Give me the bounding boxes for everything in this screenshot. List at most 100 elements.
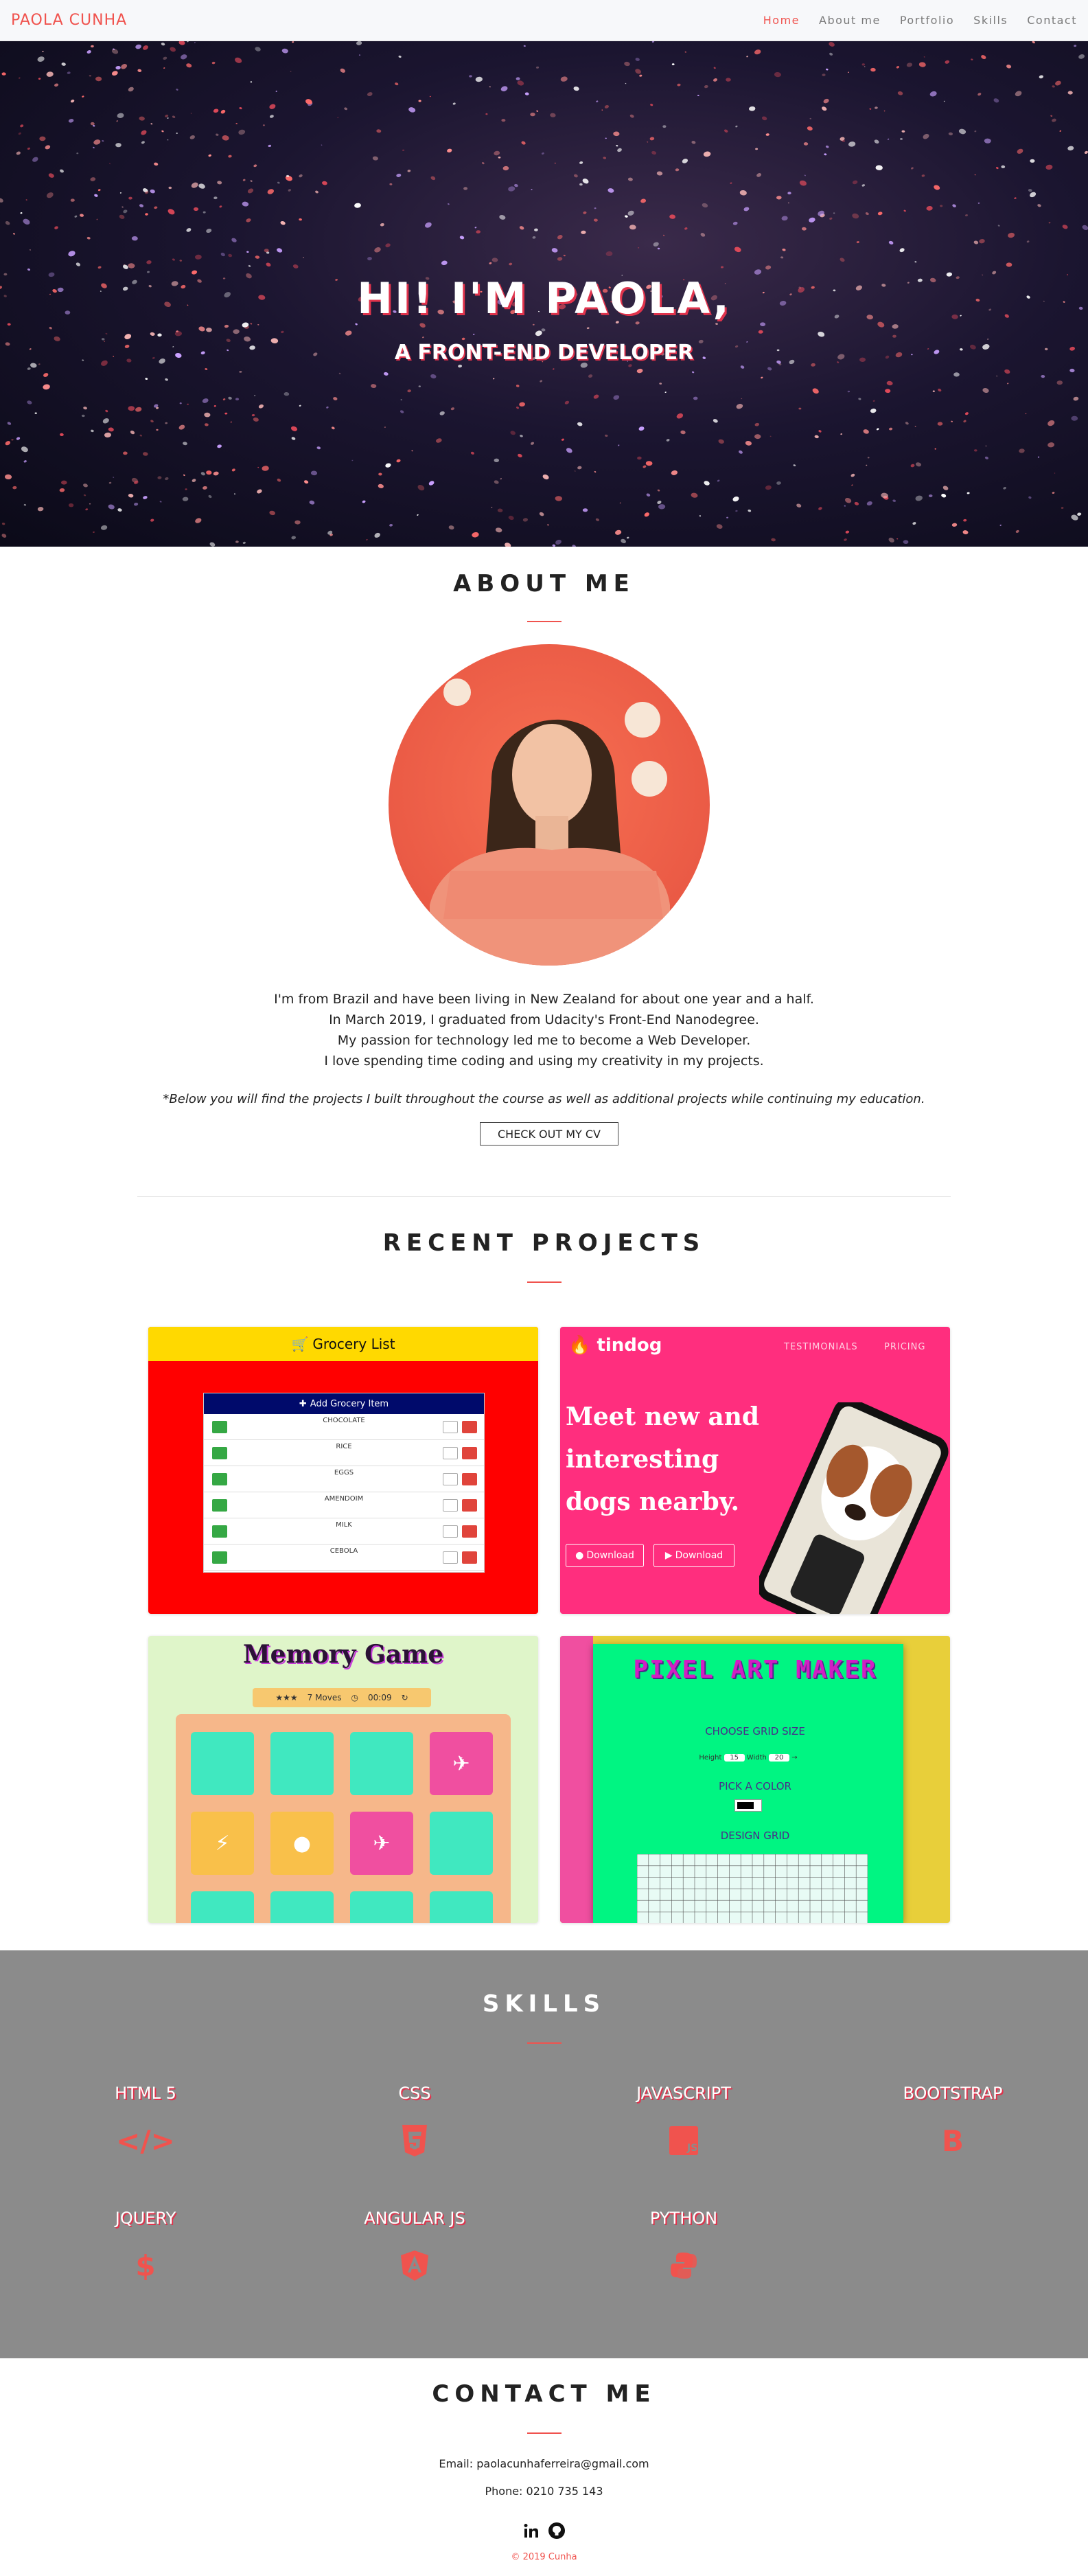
- social-links: [522, 2520, 567, 2541]
- trash-icon: [462, 1447, 477, 1459]
- projects-heading-underline: [527, 1281, 562, 1283]
- about-line: I'm from Brazil and have been living in …: [274, 992, 814, 1007]
- grocery-item-label: MILK: [336, 1521, 352, 1529]
- clock-icon: ◷: [351, 1693, 358, 1702]
- memory-tile: [270, 1732, 334, 1795]
- skill-name-javascript: JAVASCRIPT: [636, 2084, 731, 2103]
- memory-tile: [191, 1732, 254, 1795]
- about-heading: ABOUT ME: [453, 570, 635, 597]
- trash-icon: [462, 1421, 477, 1433]
- skills-heading: SKILLS: [482, 1990, 606, 2018]
- tindog-download-play-button: ▶ Download: [653, 1544, 734, 1567]
- tindog-download-apple-button: ● Download: [566, 1544, 644, 1567]
- footer-copyright: © 2019 Cunha: [511, 2552, 577, 2562]
- skill-name-css: CSS: [398, 2084, 431, 2103]
- project-card-tindog[interactable]: 🔥 tindog TESTIMONIALS PRICING Meet new a…: [560, 1327, 950, 1614]
- angular-icon: [312, 2248, 518, 2283]
- pixel-panel: PIXEL ART MAKER CHOOSE GRID SIZE Height …: [593, 1644, 903, 1923]
- bolt-icon: ⚡: [191, 1812, 254, 1875]
- grocery-item: MILK: [204, 1518, 484, 1545]
- navbar: PAOLA CUNHA Home About me Portfolio Skil…: [0, 0, 1088, 41]
- grocery-panel-header: ✚ Add Grocery Item: [204, 1393, 484, 1414]
- skill-name-jquery: JQUERY: [115, 2209, 176, 2228]
- skill-name-html: HTML 5: [115, 2084, 176, 2103]
- restart-icon: ↻: [401, 1693, 408, 1702]
- css3-icon: [312, 2123, 518, 2158]
- nav-link-contact[interactable]: Contact: [1027, 14, 1077, 27]
- nav-link-home[interactable]: Home: [763, 14, 800, 27]
- bomb-icon: ●: [270, 1812, 334, 1875]
- grocery-item-label: EGGS: [334, 1469, 354, 1477]
- color-picker: [734, 1799, 762, 1812]
- pixel-size-inputs: Height 15 Width 20 →: [699, 1754, 798, 1762]
- contact-email[interactable]: Email: paolacunhaferreira@gmail.com: [0, 2457, 1088, 2470]
- section-divider: [137, 1196, 951, 1197]
- code-icon: </>: [116, 2123, 175, 2158]
- plane-icon: ✈: [350, 1812, 413, 1875]
- edit-icon: [443, 1447, 458, 1459]
- nav-link-portfolio[interactable]: Portfolio: [900, 14, 954, 27]
- about-line: In March 2019, I graduated from Udacity'…: [329, 1012, 759, 1027]
- memory-tile: [430, 1891, 493, 1923]
- about-heading-underline: [527, 621, 562, 622]
- project-card-pixel-art-maker[interactable]: PIXEL ART MAKER CHOOSE GRID SIZE Height …: [560, 1636, 950, 1923]
- trash-icon: [462, 1473, 477, 1485]
- grocery-item-label: CEBOLA: [329, 1547, 358, 1555]
- projects-heading: RECENT PROJECTS: [382, 1229, 706, 1257]
- skill-name-bootstrap: BOOTSTRAP: [903, 2084, 1003, 2103]
- grocery-item: RICE: [204, 1440, 484, 1466]
- pixel-design-grid-label: DESIGN GRID: [720, 1830, 790, 1842]
- about-paragraph: I'm from Brazil and have been living in …: [0, 989, 1088, 1071]
- linkedin-icon[interactable]: [523, 2522, 540, 2539]
- skill-name-python: PYTHON: [649, 2209, 718, 2228]
- about-line: My passion for technology led me to beco…: [337, 1033, 751, 1048]
- about-line: I love spending time coding and using my…: [324, 1053, 764, 1069]
- bootstrap-icon: B: [941, 2123, 964, 2158]
- about-note: *Below you will find the projects I buil…: [163, 1092, 925, 1106]
- pixel-pick-color-label: PICK A COLOR: [719, 1780, 791, 1792]
- grocery-item-label: AMENDOIM: [324, 1495, 364, 1503]
- hero-subtitle: A FRONT-END DEVELOPER: [394, 341, 694, 365]
- flame-icon: 🔥: [568, 1335, 591, 1356]
- memory-tile: [191, 1891, 254, 1923]
- check-cv-button[interactable]: CHECK OUT MY CV: [480, 1122, 618, 1145]
- profile-illustration: [430, 679, 670, 966]
- hero-title: HI! I'M PAOLA,: [357, 273, 731, 323]
- skills-heading-underline: [527, 2042, 562, 2044]
- project-card-grocery-list[interactable]: 🛒 Grocery List ✚ Add Grocery Item CHOCOL…: [148, 1327, 538, 1614]
- grocery-title: Grocery List: [312, 1336, 395, 1352]
- trash-icon: [462, 1525, 477, 1538]
- edit-icon: [443, 1525, 458, 1538]
- brand-logo[interactable]: PAOLA CUNHA: [11, 12, 127, 29]
- trash-icon: [462, 1499, 477, 1512]
- nav-link-about[interactable]: About me: [819, 14, 881, 27]
- profile-photo: [389, 644, 710, 966]
- memory-moves: 7 Moves: [307, 1693, 342, 1702]
- tindog-headline: Meet new and interesting dogs nearby.: [566, 1402, 760, 1516]
- skill-name-angular: ANGULAR JS: [364, 2209, 465, 2228]
- trash-icon: [462, 1551, 477, 1564]
- memory-tile: [350, 1891, 413, 1923]
- memory-tile: [270, 1891, 334, 1923]
- memory-time: 00:09: [368, 1693, 392, 1702]
- tindog-nav-testimonials: TESTIMONIALS: [784, 1342, 858, 1352]
- tindog-nav-pricing: PRICING: [884, 1342, 926, 1352]
- hero-section: HI! I'M PAOLA, A FRONT-END DEVELOPER: [0, 41, 1088, 547]
- dollar-icon: $: [135, 2248, 156, 2283]
- apple-icon: ●: [575, 1550, 584, 1561]
- nav-link-skills[interactable]: Skills: [973, 14, 1008, 27]
- pixel-grid-size-label: CHOOSE GRID SIZE: [705, 1725, 805, 1737]
- github-icon[interactable]: [548, 2522, 566, 2540]
- contact-phone: Phone: 0210 735 143: [485, 2485, 603, 2498]
- memory-board: ✈ ⚡ ● ✈: [176, 1714, 511, 1923]
- grocery-item: AMENDOIM: [204, 1492, 484, 1518]
- project-card-memory-game[interactable]: Memory Game ★★★ 7 Moves ◷ 00:09 ↻ ✈ ⚡ ● …: [148, 1636, 538, 1923]
- edit-icon: [443, 1551, 458, 1564]
- edit-icon: [443, 1473, 458, 1485]
- edit-icon: [443, 1499, 458, 1512]
- plus-icon: ✚: [299, 1398, 307, 1409]
- contact-heading: CONTACT ME: [432, 2380, 656, 2408]
- plane-icon: ✈: [430, 1732, 493, 1795]
- python-icon: [581, 2248, 787, 2283]
- grocery-item: CHOCOLATE: [204, 1414, 484, 1440]
